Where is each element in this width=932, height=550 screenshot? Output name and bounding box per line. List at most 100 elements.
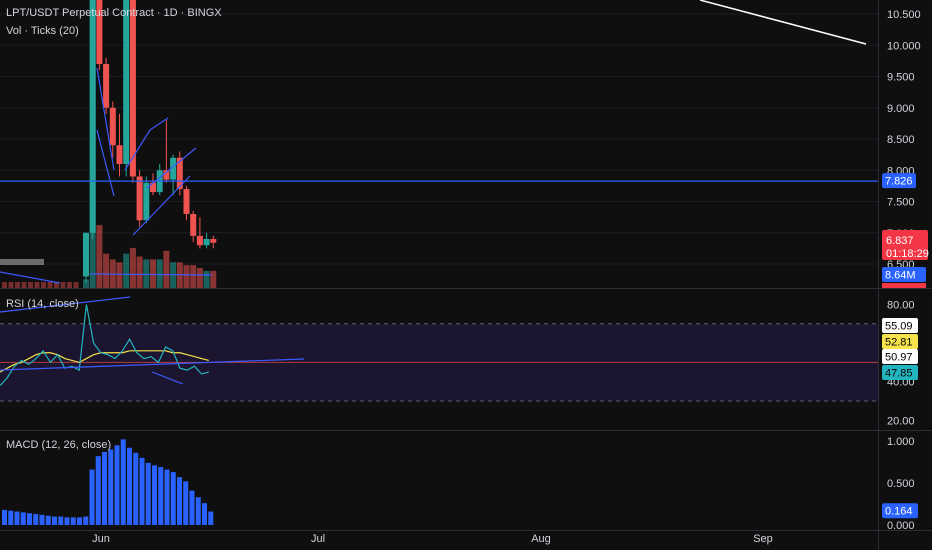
rsi-value-label: 52.81 (885, 337, 913, 349)
volume-bar (210, 270, 217, 288)
macd-histogram-bar (8, 510, 14, 525)
volume-bar (89, 2, 96, 288)
macd-histogram-bar (208, 511, 214, 525)
macd-histogram-bar (189, 490, 195, 525)
macd-histogram-bar (45, 515, 51, 525)
candle-body (103, 64, 110, 108)
candle-body (83, 232, 89, 277)
macd-histogram-bar (89, 469, 95, 525)
macd-histogram-bar (177, 477, 182, 525)
macd-histogram-bar (108, 449, 114, 525)
macd-indicator-label[interactable]: MACD (12, 26, close) (6, 439, 111, 451)
macd-histogram-bar (20, 512, 26, 525)
price-tick-label: 8.500 (887, 134, 915, 146)
macd-histogram-bar (58, 516, 64, 525)
macd-histogram-bar (114, 445, 120, 525)
volume-bar (8, 282, 14, 288)
price-tick-label: 9.500 (887, 72, 915, 84)
macd-tick-label: 1.000 (887, 436, 915, 448)
hline-price-label: 7.826 (885, 176, 913, 188)
volume-ma-stub (0, 259, 44, 265)
volume-bar (143, 259, 150, 288)
volume-bar (196, 267, 203, 288)
volume-bar (156, 259, 163, 288)
candle-body (143, 182, 150, 221)
volume-bar (83, 279, 89, 288)
volume-bar (190, 265, 197, 288)
x-axis-label: Sep (753, 533, 773, 545)
candle-body (203, 239, 210, 246)
countdown-label: 01:18:29 (886, 248, 929, 260)
macd-histogram-bar (14, 511, 20, 525)
chart-canvas[interactable]: Jun Jul Aug Sep 10.500 10.000 9.500 9.000 8.500 8… (0, 0, 932, 550)
macd-histogram-bar (39, 514, 45, 525)
rsi-tick-label: 20.00 (887, 415, 915, 427)
rsi-tick-label: 80.00 (887, 299, 915, 311)
volume-bar (129, 247, 136, 288)
macd-histogram-bar (27, 513, 32, 525)
rsi-value-label: 55.09 (885, 321, 913, 333)
macd-histogram-bar (133, 452, 139, 525)
macd-histogram-bar (70, 517, 76, 525)
volume-bar (41, 282, 46, 288)
volume-bar (73, 282, 79, 288)
macd-histogram-bar (145, 462, 151, 525)
volume-bar (116, 262, 123, 288)
candle-body (116, 145, 123, 164)
macd-histogram-bar (202, 503, 207, 525)
candle-body (190, 214, 197, 236)
macd-histogram-bar (164, 469, 170, 525)
macd-histogram-bar (95, 456, 101, 525)
price-tick-label: 10.000 (887, 40, 921, 52)
volume-bar (123, 253, 130, 288)
macd-histogram-bar (83, 516, 89, 525)
volume-bar (136, 256, 143, 288)
macd-histogram-bar (64, 517, 70, 525)
price-tick-label: 9.000 (887, 103, 915, 115)
x-axis-label: Aug (531, 533, 551, 545)
macd-histogram-bar (52, 516, 57, 525)
macd-histogram-bar (33, 514, 39, 525)
candle-body (129, 0, 136, 177)
macd-histogram-bar (158, 467, 164, 525)
trendline-drawing (146, 147, 197, 189)
x-axis-label: Jul (311, 533, 325, 545)
candle-body (136, 176, 143, 221)
candle-body (183, 189, 190, 214)
volume-bar (103, 253, 110, 288)
macd-histogram-bar (2, 509, 7, 525)
volume-indicator-label[interactable]: Vol · Ticks (20) (6, 25, 79, 37)
white-trendline (699, 0, 867, 45)
macd-histogram-bar (102, 451, 107, 525)
price-tick-label: 7.500 (887, 197, 915, 209)
macd-histogram-bar (195, 497, 201, 525)
last-price-label: 6.837 (886, 235, 914, 247)
macd-histogram-bar (170, 472, 176, 525)
trendline-drawing (149, 117, 169, 131)
macd-histogram-bar (77, 517, 82, 525)
volume-bar (60, 282, 66, 288)
volume-bar (47, 282, 53, 288)
candle-body (210, 239, 217, 243)
volume-bar (150, 259, 156, 288)
volume-bar (67, 282, 72, 288)
macd-histogram-bar (127, 447, 132, 525)
x-axis-label: Jun (92, 533, 110, 545)
rsi-value-label: 47.85 (885, 368, 913, 380)
price-tick-label: 10.500 (887, 9, 921, 21)
macd-tick-label: 0.500 (887, 478, 915, 490)
macd-histogram-bar (139, 457, 145, 525)
macd-value-label: 0.164 (885, 506, 913, 518)
candle-body (196, 235, 203, 246)
volume-bar (21, 282, 27, 288)
volume-bar (28, 282, 33, 288)
volume-secondary-tag (882, 283, 926, 288)
volume-bar (15, 282, 20, 288)
volume-value-label: 8.64M (885, 270, 916, 282)
rsi-value-label: 50.97 (885, 352, 913, 364)
symbol-title[interactable]: LPT/USDT Perpetual Contract · 1D · BINGX (6, 7, 222, 19)
volume-bar (96, 225, 103, 288)
rsi-indicator-label[interactable]: RSI (14, close) (6, 298, 79, 310)
macd-histogram-bar (152, 465, 157, 525)
volume-bar (2, 282, 7, 288)
